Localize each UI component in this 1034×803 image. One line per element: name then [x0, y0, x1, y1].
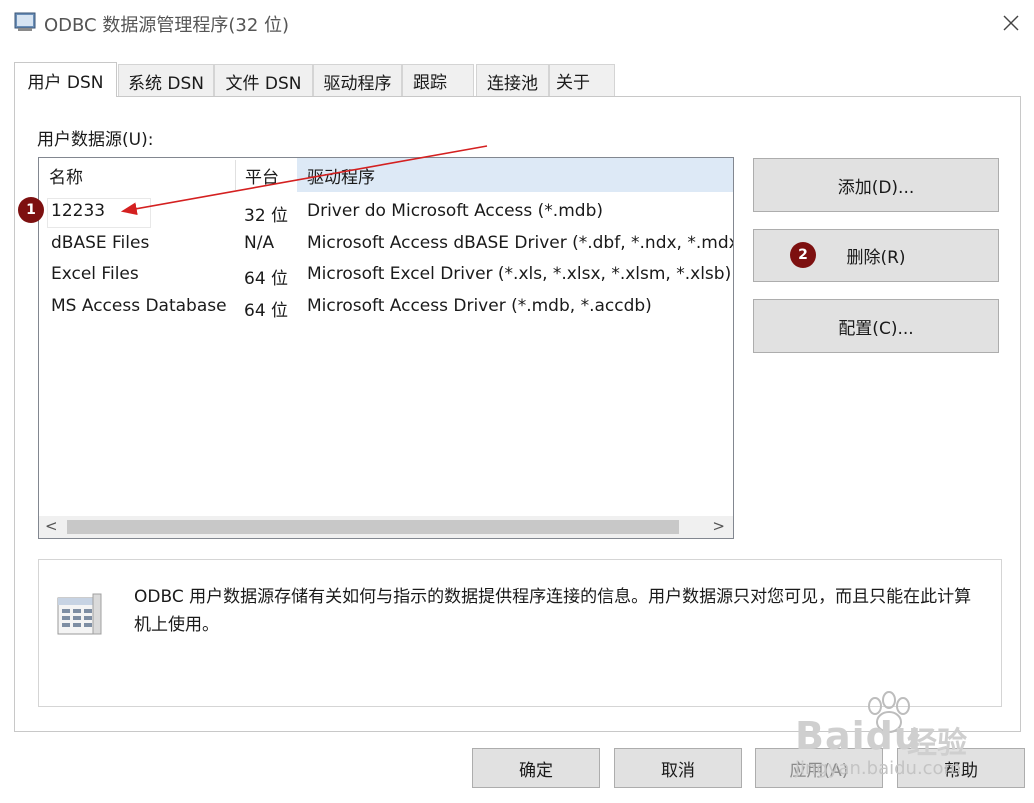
row-driver: Driver do Microsoft Access (*.mdb) [307, 201, 603, 221]
cancel-button[interactable]: 取消 [614, 748, 742, 788]
horizontal-scrollbar[interactable]: < > [39, 516, 733, 538]
row-name: MS Access Database [51, 296, 227, 316]
info-text: ODBC 用户数据源存储有关如何与指示的数据提供程序连接的信息。用户数据源只对您… [134, 587, 972, 635]
row-name: Excel Files [51, 264, 139, 284]
annotation-badge-1: 1 [18, 197, 44, 223]
row-name: 12233 [51, 201, 106, 221]
add-button[interactable]: 添加(D)... [753, 158, 999, 212]
close-icon [1003, 15, 1019, 31]
row-driver: Microsoft Access dBASE Driver (*.dbf, *.… [307, 233, 734, 253]
close-button[interactable] [990, 2, 1032, 44]
row-platform: 64 位 [244, 269, 289, 289]
tab-drivers[interactable]: 驱动程序 [313, 64, 402, 97]
row-driver: Microsoft Access Driver (*.mdb, *.accdb) [307, 296, 652, 316]
watermark-url: jingyan.baidu.com [795, 758, 962, 779]
column-header-platform[interactable]: 平台 [235, 158, 297, 192]
configure-button[interactable]: 配置(C)... [753, 299, 999, 353]
tab-system-dsn[interactable]: 系统 DSN [118, 64, 214, 97]
watermark-brand-cn: 经验 [907, 726, 967, 761]
window-title: ODBC 数据源管理程序(32 位) [44, 15, 290, 36]
column-header-driver[interactable]: 驱动程序 [297, 158, 733, 192]
tab-user-dsn[interactable]: 用户 DSN [14, 62, 117, 97]
odbc-app-icon [14, 12, 36, 31]
user-data-sources-label: 用户数据源(U): [37, 130, 154, 150]
row-platform: 32 位 [244, 206, 289, 226]
watermark-brand: Baidu [795, 714, 922, 758]
row-platform: 64 位 [244, 301, 289, 321]
tab-about[interactable]: 关于 [549, 64, 615, 96]
row-name: dBASE Files [51, 233, 150, 253]
scroll-left-arrow[interactable]: < [45, 517, 58, 535]
data-source-list[interactable]: 名称 平台 驱动程序 12233 32 位 Driver do Microsof… [38, 157, 734, 539]
annotation-badge-2: 2 [790, 242, 816, 268]
tab-file-dsn[interactable]: 文件 DSN [214, 64, 313, 97]
baidu-watermark: Baidu 经验 jingyan.baidu.com [795, 688, 1025, 788]
ok-button[interactable]: 确定 [472, 748, 600, 788]
scrollbar-thumb[interactable] [67, 520, 679, 534]
row-platform: N/A [244, 233, 275, 253]
data-source-icon [57, 593, 102, 635]
row-driver: Microsoft Excel Driver (*.xls, *.xlsx, *… [307, 264, 732, 284]
tab-tracing[interactable]: 跟踪 [402, 64, 474, 96]
column-header-name[interactable]: 名称 [39, 158, 235, 192]
tab-connection-pooling[interactable]: 连接池 [476, 64, 549, 97]
scroll-right-arrow[interactable]: > [712, 517, 725, 535]
